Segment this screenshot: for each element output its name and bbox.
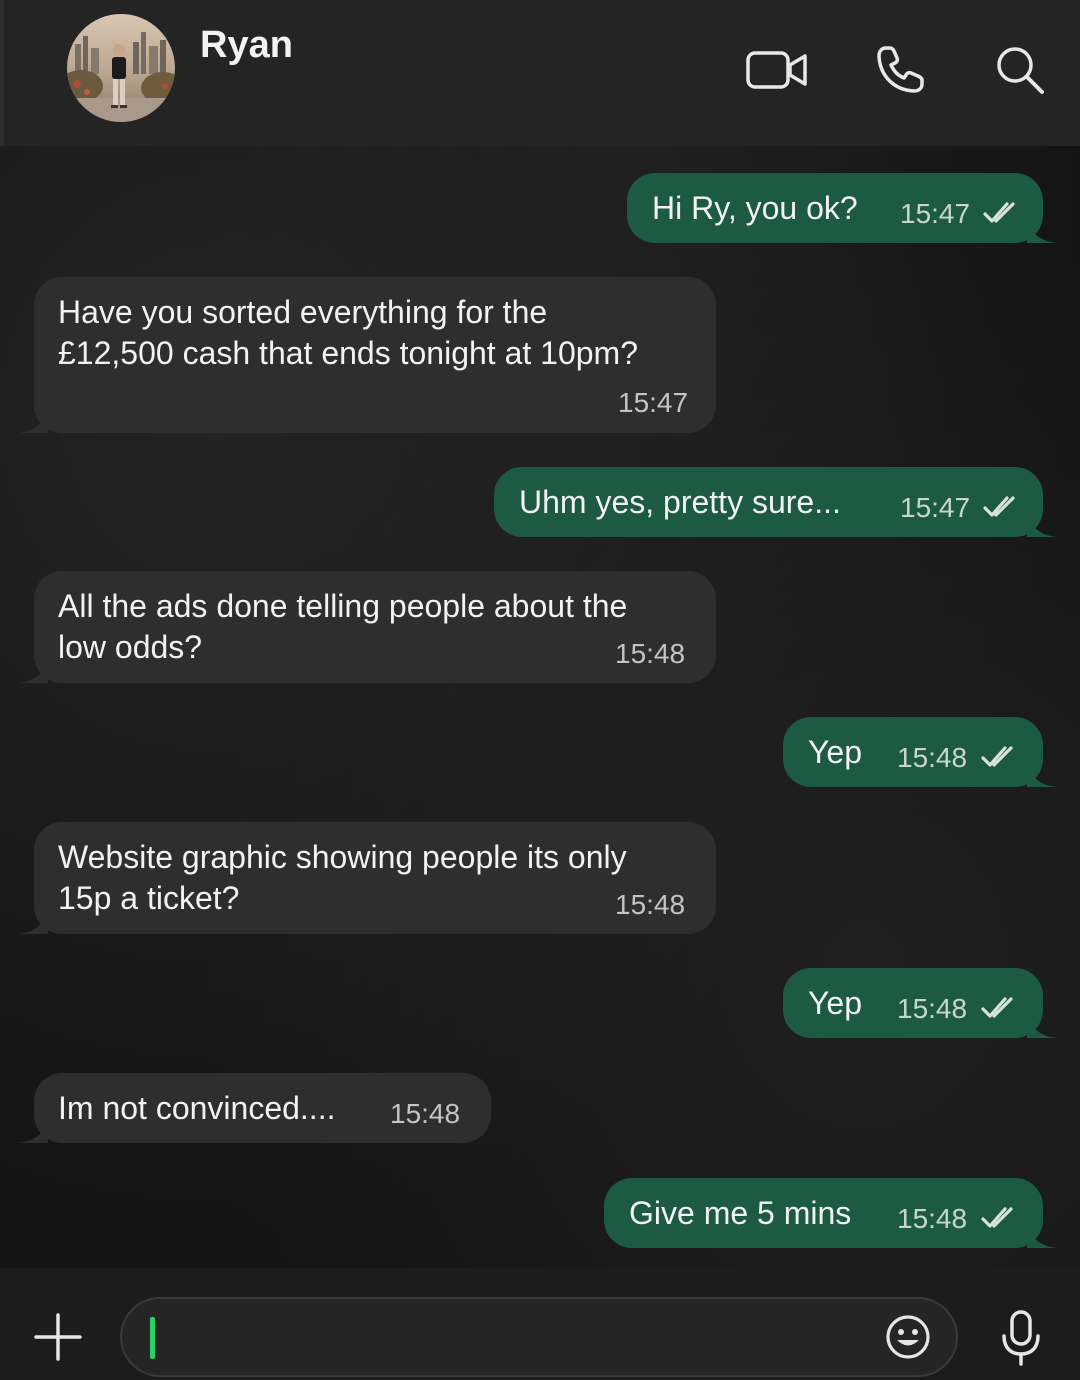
message-time: 15:47: [618, 387, 689, 418]
message-outgoing[interactable]: Give me 5 mins 15:48: [604, 1178, 1057, 1248]
read-receipt-icon: [981, 746, 1013, 767]
message-time: 15:47: [900, 198, 971, 229]
message-text-line: Website graphic showing people its only: [58, 839, 627, 875]
attach-plus-icon[interactable]: [32, 1311, 84, 1363]
message-incoming[interactable]: Have you sorted everything for the £12,5…: [18, 277, 716, 433]
chat-window: Ryan Hi Ry, you ok? 15:47 Have you sorte…: [0, 0, 1080, 1380]
voice-call-icon[interactable]: [868, 40, 932, 100]
message-time: 15:47: [900, 492, 971, 523]
search-icon[interactable]: [988, 40, 1052, 100]
message-incoming[interactable]: All the ads done telling people about th…: [18, 571, 716, 683]
message-text-line: All the ads done telling people about th…: [58, 588, 628, 624]
emoji-icon[interactable]: [884, 1313, 932, 1361]
message-input[interactable]: [152, 1311, 876, 1365]
microphone-icon[interactable]: [996, 1308, 1046, 1368]
message-composer[interactable]: [120, 1297, 958, 1377]
read-receipt-icon: [983, 202, 1015, 223]
message-text: Hi Ry, you ok?: [652, 190, 858, 226]
video-call-icon[interactable]: [745, 40, 809, 100]
message-outgoing[interactable]: Uhm yes, pretty sure... 15:47: [494, 467, 1057, 537]
message-text: Give me 5 mins: [629, 1195, 852, 1231]
message-time: 15:48: [897, 993, 968, 1024]
message-incoming[interactable]: Im not convinced.... 15:48: [18, 1073, 491, 1143]
message-time: 15:48: [897, 1203, 968, 1234]
message-text: Yep: [808, 985, 862, 1021]
read-receipt-icon: [981, 1207, 1013, 1228]
message-time: 15:48: [615, 638, 686, 669]
message-text: Yep: [808, 734, 862, 770]
message-text: Im not convinced....: [58, 1090, 336, 1126]
contact-name[interactable]: Ryan: [200, 24, 293, 67]
message-text: Uhm yes, pretty sure...: [519, 484, 841, 520]
contact-avatar[interactable]: [67, 14, 175, 122]
message-text-line: £12,500 cash that ends tonight at 10pm?: [58, 335, 638, 371]
message-text-line: low odds?: [58, 629, 203, 665]
message-outgoing[interactable]: Hi Ry, you ok? 15:47: [627, 173, 1057, 243]
message-time: 15:48: [615, 889, 686, 920]
read-receipt-icon: [983, 496, 1015, 517]
message-incoming[interactable]: Website graphic showing people its only …: [18, 822, 716, 934]
message-time: 15:48: [897, 742, 968, 773]
composer-bar: [0, 1268, 1080, 1380]
message-text-line: Have you sorted everything for the: [58, 294, 548, 330]
message-text-line: 15p a ticket?: [58, 880, 240, 916]
message-outgoing[interactable]: Yep 15:48: [783, 717, 1057, 787]
chat-header: Ryan: [0, 0, 1080, 146]
message-time: 15:48: [390, 1098, 461, 1129]
read-receipt-icon: [981, 997, 1013, 1018]
message-outgoing[interactable]: Yep 15:48: [783, 968, 1057, 1038]
